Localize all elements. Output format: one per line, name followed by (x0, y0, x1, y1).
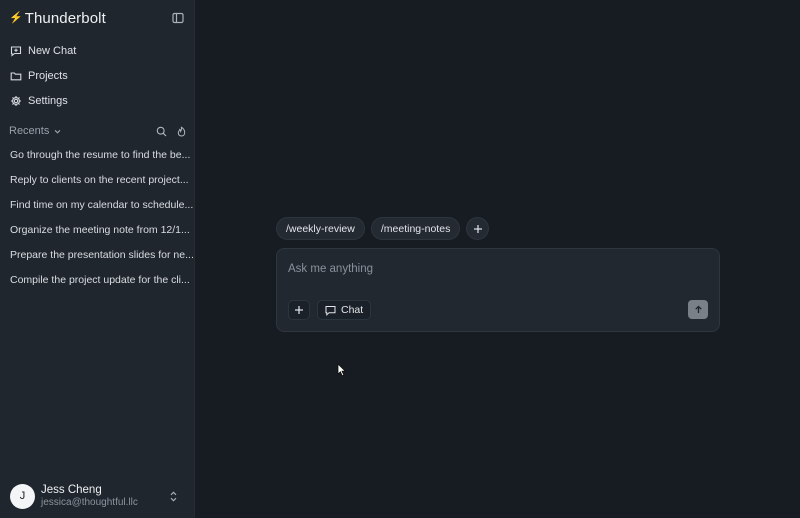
recents-label: Recents (9, 125, 50, 137)
user-name: Jess Cheng (41, 483, 102, 496)
avatar: J (10, 483, 35, 509)
prompt-shortcuts: /weekly-review /meeting-notes (276, 217, 490, 240)
user-email: jessica@thoughtful.llc (41, 496, 138, 508)
message-input[interactable] (288, 261, 708, 277)
flame-icon (177, 125, 186, 137)
send-button[interactable] (688, 300, 708, 319)
add-shortcut-button[interactable] (466, 217, 490, 240)
flame-button[interactable] (176, 125, 187, 137)
gear-icon (10, 95, 22, 107)
recents-actions (156, 125, 187, 137)
app-name: Thunderbolt (24, 9, 106, 27)
chat-composer: Chat (276, 248, 720, 332)
folder-icon (10, 70, 22, 82)
plus-icon (295, 306, 303, 314)
brand: ⚡ Thunderbolt (9, 8, 106, 28)
recent-chat-item[interactable]: Reply to clients on the recent project..… (0, 167, 195, 192)
shortcut-chip-meeting-notes[interactable]: /meeting-notes (370, 217, 461, 240)
mode-label: Chat (341, 304, 364, 316)
recents-list: Go through the resume to find the be... … (0, 142, 195, 292)
recent-chat-item[interactable]: Prepare the presentation slides for ne..… (0, 242, 195, 267)
recent-chat-item[interactable]: Compile the project update for the cli..… (0, 267, 195, 292)
plus-icon (473, 224, 482, 233)
recent-chat-item[interactable]: Find time on my calendar to schedule... (0, 192, 195, 217)
chevron-down-icon (54, 129, 61, 134)
search-recents-button[interactable] (156, 126, 167, 137)
shortcut-chip-weekly-review[interactable]: /weekly-review (276, 217, 365, 240)
sidebar-nav: New Chat Projects Settings (0, 38, 195, 113)
search-icon (156, 126, 167, 136)
recents-toggle[interactable]: Recents (9, 125, 62, 137)
collapse-sidebar-button[interactable] (171, 11, 184, 24)
sidebar-item-projects[interactable]: Projects (0, 63, 195, 88)
arrow-up-icon (694, 305, 702, 313)
chevron-up-down-icon (168, 489, 179, 503)
sidebar-item-settings[interactable]: Settings (0, 88, 195, 113)
sidebar-item-label: Settings (28, 94, 68, 107)
chat-bubble-icon (325, 305, 336, 316)
attach-button[interactable] (288, 300, 310, 320)
sidebar: ⚡ Thunderbolt New Chat Projects Settings… (0, 0, 195, 518)
lightning-bolt-icon: ⚡ (9, 11, 23, 24)
mouse-pointer-icon (337, 363, 347, 377)
sidebar-item-new-chat[interactable]: New Chat (0, 38, 195, 63)
recents-header: Recents (9, 123, 187, 139)
user-info: Jess Cheng jessica@thoughtful.llc (41, 484, 138, 509)
recent-chat-item[interactable]: Organize the meeting note from 12/1... (0, 217, 195, 242)
mode-selector-button[interactable]: Chat (317, 300, 372, 320)
sidebar-item-label: Projects (28, 69, 68, 82)
sidebar-toggle-icon (171, 12, 184, 23)
user-account-menu[interactable]: J Jess Cheng jessica@thoughtful.llc (0, 478, 195, 514)
recent-chat-item[interactable]: Go through the resume to find the be... (0, 142, 195, 167)
sidebar-item-label: New Chat (28, 44, 77, 57)
new-chat-icon (10, 45, 22, 57)
